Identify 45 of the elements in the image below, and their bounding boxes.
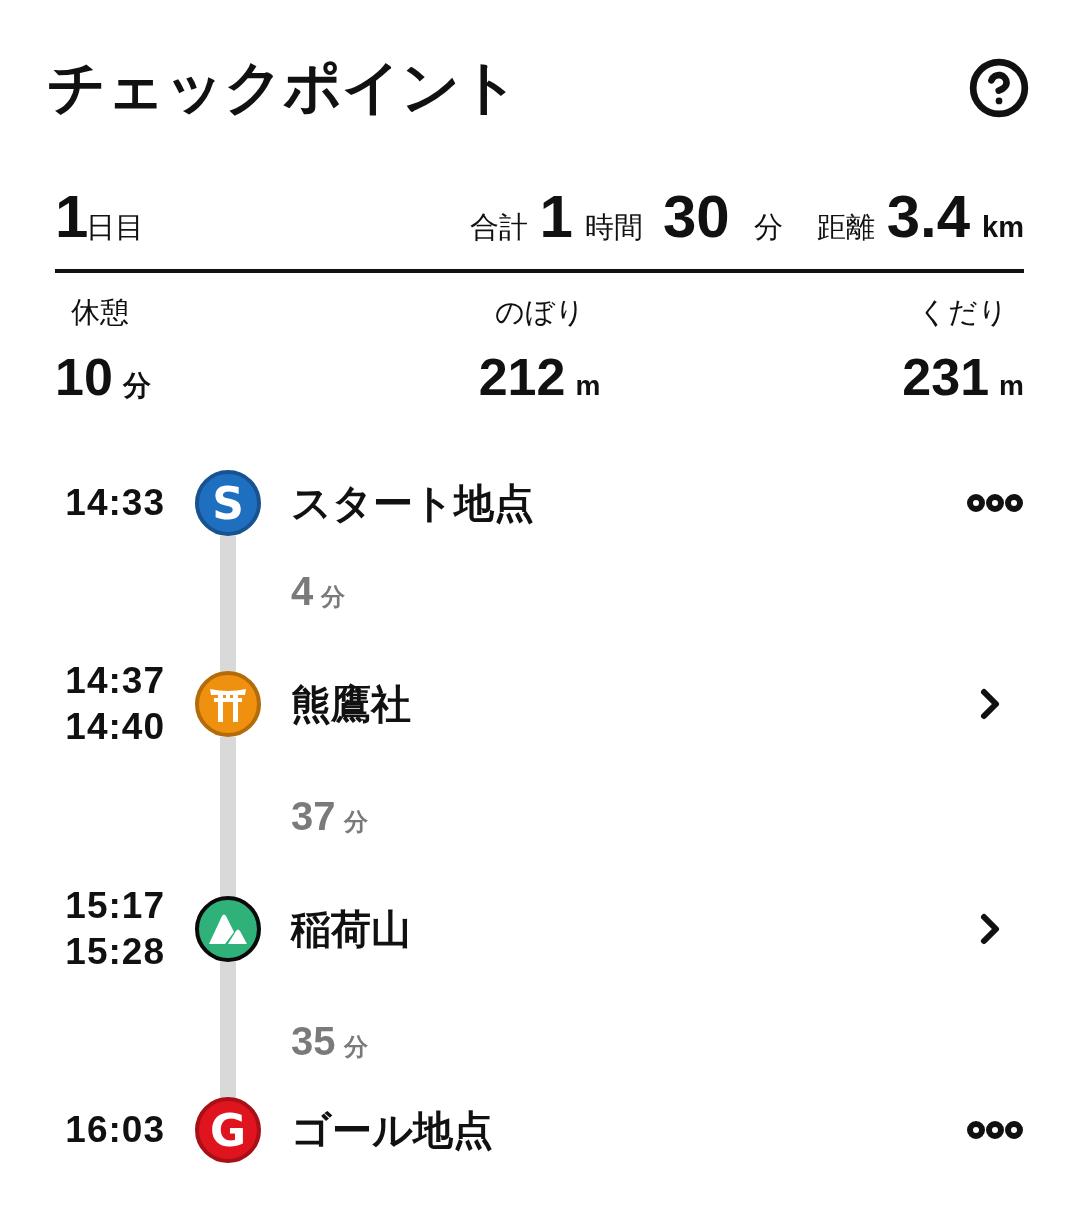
stat-value: 212 [478, 347, 566, 407]
total-label: 合計 [469, 210, 528, 245]
checkpoint-time: 14:33 [65, 481, 165, 525]
checkpoint-time: 15:28 [65, 930, 165, 974]
checkpoint-time: 16:03 [65, 1108, 165, 1152]
distance-label: 距離 [816, 210, 875, 245]
help-button[interactable] [968, 57, 1030, 119]
stat-label: くだり [917, 295, 1009, 330]
checkpoint-time: 14:37 [65, 659, 165, 703]
leg-unit: 分 [343, 807, 368, 837]
more-button[interactable] [966, 1119, 1024, 1141]
more-icon [966, 492, 1024, 514]
stat-label: のぼり [493, 295, 586, 330]
mountain-icon [207, 912, 249, 946]
distance-value: 3.4 [886, 182, 971, 251]
page-title: チェックポイント [47, 53, 519, 121]
stat-unit: m [575, 370, 601, 402]
torii-icon [208, 686, 248, 722]
more-icon [966, 1119, 1024, 1141]
stat-unit: 分 [122, 369, 151, 403]
leg-unit: 分 [321, 582, 346, 612]
distance-unit: km [982, 211, 1024, 244]
minutes-unit: 分 [753, 210, 783, 245]
stat-value: 231 [902, 347, 990, 407]
checkpoint-time: 15:17 [65, 884, 165, 928]
more-button[interactable] [966, 492, 1024, 514]
marker-letter: G [209, 1104, 247, 1156]
leg-duration: 35 [291, 1019, 336, 1064]
stat-value: 10 [55, 347, 113, 407]
checkpoint-name[interactable]: 熊鷹社 [291, 676, 966, 732]
hours-value: 1 [539, 182, 573, 251]
leg-duration: 37 [291, 794, 336, 839]
stat-unit: m [999, 370, 1024, 402]
stat-label: 休憩 [70, 295, 130, 330]
checkpoint-time: 14:40 [65, 705, 165, 749]
checkpoint-name[interactable]: ゴール地点 [291, 1102, 966, 1158]
marker-letter: S [212, 477, 244, 529]
leg-unit: 分 [343, 1032, 368, 1062]
leg-duration: 4 [291, 569, 314, 614]
minutes-value: 30 [662, 182, 730, 251]
day-suffix: 日目 [86, 211, 145, 245]
checkpoint-name[interactable]: 稲荷山 [291, 901, 966, 957]
hours-unit: 時間 [584, 210, 643, 245]
checkpoint-name[interactable]: スタート地点 [291, 475, 966, 531]
day-number: 1 [55, 182, 89, 251]
